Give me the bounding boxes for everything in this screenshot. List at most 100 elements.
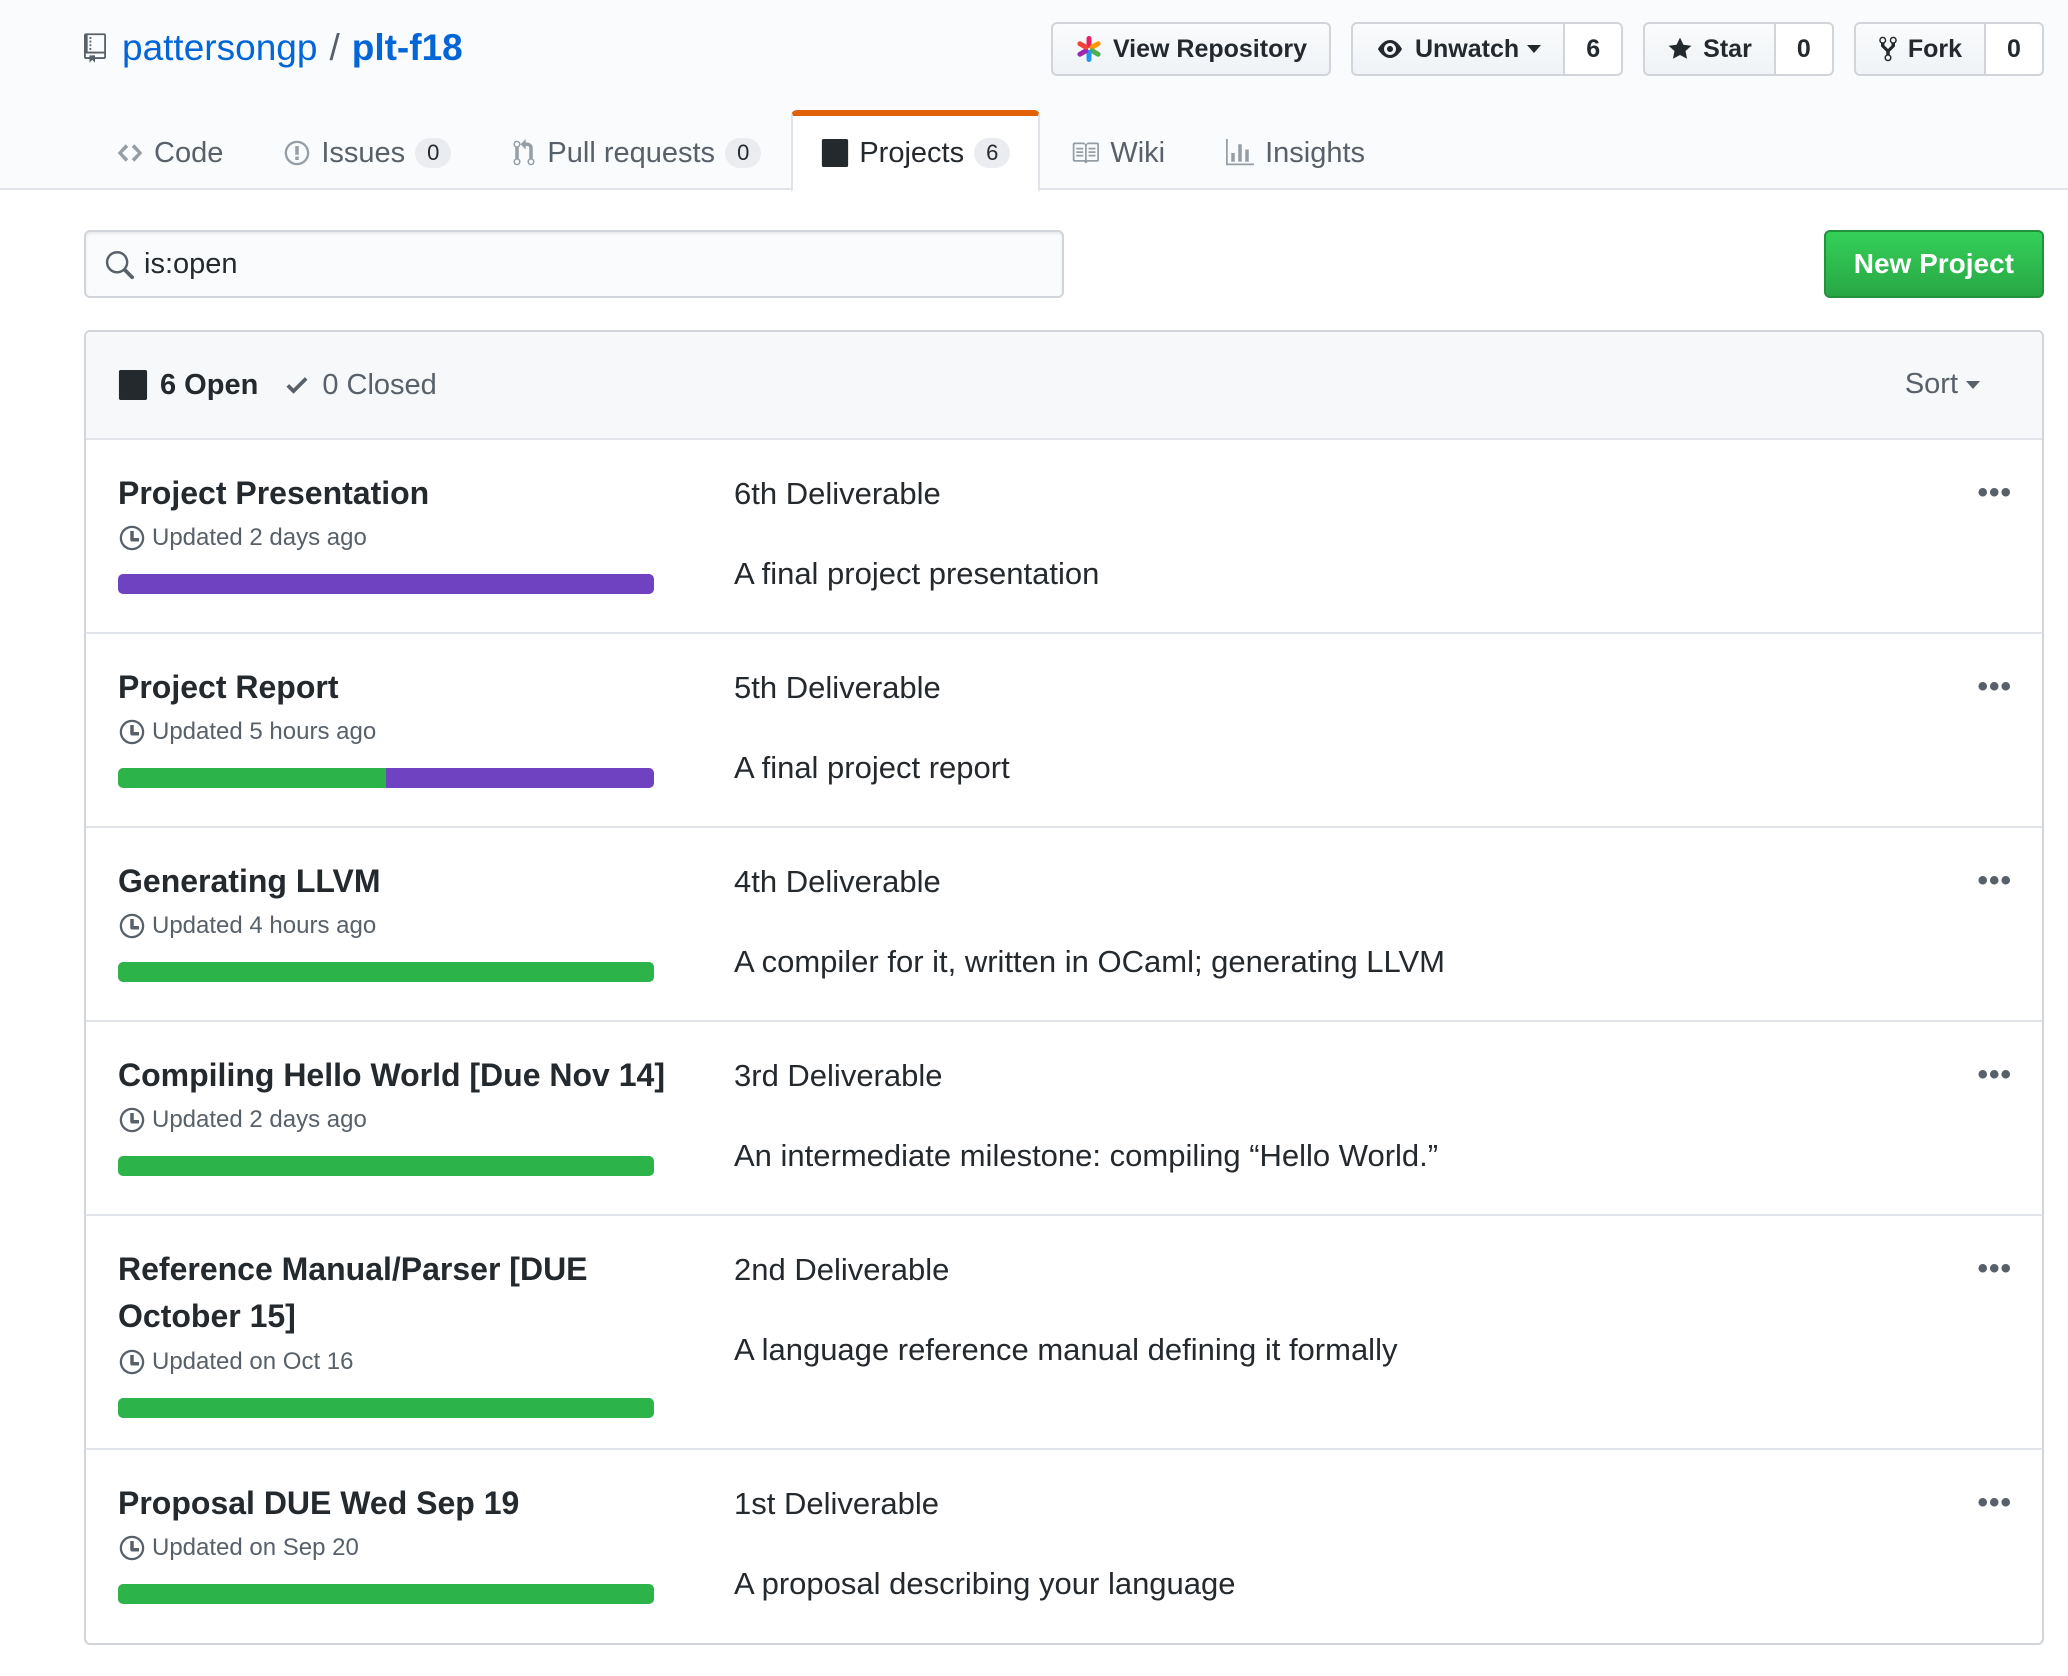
tab-issues-label: Issues bbox=[321, 136, 406, 169]
graph-icon bbox=[1226, 139, 1255, 166]
project-updated-text: Updated 2 days ago bbox=[152, 1106, 367, 1133]
tab-insights-label: Insights bbox=[1265, 136, 1366, 169]
project-menu-button[interactable]: ••• bbox=[1977, 1486, 2012, 1520]
chevron-down-icon bbox=[1527, 45, 1542, 53]
project-row: Proposal DUE Wed Sep 19 Updated on Sep 2… bbox=[86, 1450, 2042, 1645]
repo-name-link[interactable]: plt-f18 bbox=[352, 27, 463, 69]
issues-count: 0 bbox=[415, 138, 452, 168]
project-menu-button[interactable]: ••• bbox=[1977, 864, 2012, 898]
project-menu-button[interactable]: ••• bbox=[1977, 1058, 2012, 1092]
tab-issues[interactable]: Issues 0 bbox=[253, 110, 481, 192]
project-name-link[interactable]: Reference Manual/Parser [DUE October 15] bbox=[118, 1246, 698, 1340]
new-project-button[interactable]: New Project bbox=[1823, 230, 2044, 298]
project-deliverable: 2nd Deliverable bbox=[734, 1252, 950, 1287]
project-search[interactable] bbox=[84, 230, 1064, 298]
project-name-link[interactable]: Project Report bbox=[118, 664, 698, 711]
tab-pull-requests-label: Pull requests bbox=[547, 136, 716, 169]
project-updated-text: Updated 2 days ago bbox=[152, 524, 367, 551]
check-icon bbox=[286, 377, 308, 394]
project-updated-text: Updated on Oct 16 bbox=[152, 1348, 354, 1375]
forks-count[interactable]: 0 bbox=[1986, 22, 2044, 76]
tab-projects[interactable]: Projects 6 bbox=[791, 110, 1041, 192]
repo-owner-link[interactable]: pattersongp bbox=[122, 27, 317, 69]
projects-toolbar: New Project bbox=[84, 230, 2044, 298]
sort-label: Sort bbox=[1904, 368, 1958, 400]
project-name-link[interactable]: Project Presentation bbox=[118, 470, 698, 517]
project-deliverable: 1st Deliverable bbox=[734, 1486, 940, 1521]
search-input[interactable] bbox=[144, 247, 1024, 281]
project-row: Project Report Updated 5 hours ago 5th D… bbox=[86, 634, 2042, 828]
clock-icon bbox=[119, 1349, 145, 1375]
fork-icon bbox=[1879, 36, 1897, 62]
tab-insights[interactable]: Insights bbox=[1195, 110, 1395, 192]
tab-code-label: Code bbox=[154, 136, 224, 169]
tab-projects-label: Projects bbox=[859, 136, 965, 169]
repo-title: pattersongp / plt-f18 bbox=[84, 22, 463, 74]
project-row: Project Presentation Updated 2 days ago … bbox=[86, 440, 2042, 634]
projects-list: 6 Open 0 Closed Sort Project Presentatio… bbox=[84, 330, 2044, 1645]
project-name-link[interactable]: Compiling Hello World [Due Nov 14] bbox=[118, 1052, 698, 1099]
star-label: Star bbox=[1703, 34, 1752, 63]
fork-label: Fork bbox=[1907, 34, 1962, 63]
project-description: A final project report bbox=[734, 750, 1010, 785]
repo-path-separator: / bbox=[329, 27, 340, 68]
project-row: Compiling Hello World [Due Nov 14] Updat… bbox=[86, 1022, 2042, 1216]
view-repository-button[interactable]: View Repository bbox=[1050, 22, 1331, 76]
project-name-link[interactable]: Proposal DUE Wed Sep 19 bbox=[118, 1480, 698, 1527]
project-menu-button[interactable]: ••• bbox=[1977, 476, 2012, 510]
clock-icon bbox=[119, 1535, 145, 1561]
project-menu-button[interactable]: ••• bbox=[1977, 1252, 2012, 1286]
open-projects-filter[interactable]: 6 Open bbox=[118, 369, 258, 402]
fork-button[interactable]: Fork bbox=[1853, 22, 1986, 76]
book-icon bbox=[1073, 142, 1100, 164]
project-progress-bar bbox=[118, 574, 654, 594]
project-progress-bar bbox=[118, 1156, 654, 1176]
watchers-count[interactable]: 6 bbox=[1565, 22, 1624, 76]
eye-icon bbox=[1377, 40, 1402, 58]
closed-projects-filter[interactable]: 0 Closed bbox=[284, 369, 437, 402]
progress-done-segment bbox=[118, 1398, 654, 1418]
project-updated: Updated 2 days ago bbox=[118, 1106, 367, 1134]
project-deliverable: 5th Deliverable bbox=[734, 670, 941, 705]
star-icon bbox=[1668, 37, 1692, 59]
project-deliverable: 4th Deliverable bbox=[734, 864, 941, 899]
tab-wiki[interactable]: Wiki bbox=[1040, 110, 1195, 192]
search-icon bbox=[105, 251, 134, 280]
project-progress-bar bbox=[118, 962, 654, 982]
repo-actions: View Repository Unwatch 6 Star 0 Fork 0 bbox=[1031, 22, 2044, 76]
project-updated: Updated 5 hours ago bbox=[118, 718, 376, 746]
open-count-label: 6 Open bbox=[160, 368, 259, 401]
progress-done-segment bbox=[118, 768, 386, 788]
unwatch-button[interactable]: Unwatch bbox=[1350, 22, 1566, 76]
star-button[interactable]: Star bbox=[1643, 22, 1776, 76]
tab-pull-requests[interactable]: Pull requests 0 bbox=[481, 110, 791, 192]
project-row: Generating LLVM Updated 4 hours ago 4th … bbox=[86, 828, 2042, 1022]
repo-nav-tabs: Code Issues 0 Pull requests 0 Projects 6… bbox=[86, 110, 1395, 192]
project-updated-text: Updated on Sep 20 bbox=[152, 1534, 359, 1561]
project-description: A final project presentation bbox=[734, 556, 1100, 591]
clock-icon bbox=[119, 1107, 145, 1133]
project-description: A compiler for it, written in OCaml; gen… bbox=[734, 944, 1445, 979]
project-description: A language reference manual defining it … bbox=[734, 1332, 1398, 1367]
repository-header: pattersongp / plt-f18 View Repository Un… bbox=[0, 0, 2068, 192]
project-name-link[interactable]: Generating LLVM bbox=[118, 858, 698, 905]
stargazers-count[interactable]: 0 bbox=[1775, 22, 1834, 76]
project-deliverable: 6th Deliverable bbox=[734, 476, 941, 511]
code-icon bbox=[117, 144, 143, 162]
project-updated: Updated 4 hours ago bbox=[118, 912, 376, 940]
pull-requests-count: 0 bbox=[725, 138, 762, 168]
project-updated: Updated on Sep 20 bbox=[118, 1534, 359, 1562]
project-progress-bar bbox=[118, 1584, 654, 1604]
view-repository-label: View Repository bbox=[1112, 34, 1307, 63]
zenhub-icon bbox=[1077, 36, 1101, 62]
project-updated: Updated on Oct 16 bbox=[118, 1348, 353, 1376]
project-updated-text: Updated 4 hours ago bbox=[152, 912, 377, 939]
issue-icon bbox=[285, 140, 310, 166]
progress-done-segment bbox=[118, 1584, 654, 1604]
repo-icon bbox=[84, 33, 106, 63]
project-menu-button[interactable]: ••• bbox=[1977, 670, 2012, 704]
progress-done-segment bbox=[118, 1156, 654, 1176]
clock-icon bbox=[119, 525, 145, 551]
sort-dropdown[interactable]: Sort bbox=[1905, 368, 1980, 401]
tab-code[interactable]: Code bbox=[86, 110, 253, 192]
